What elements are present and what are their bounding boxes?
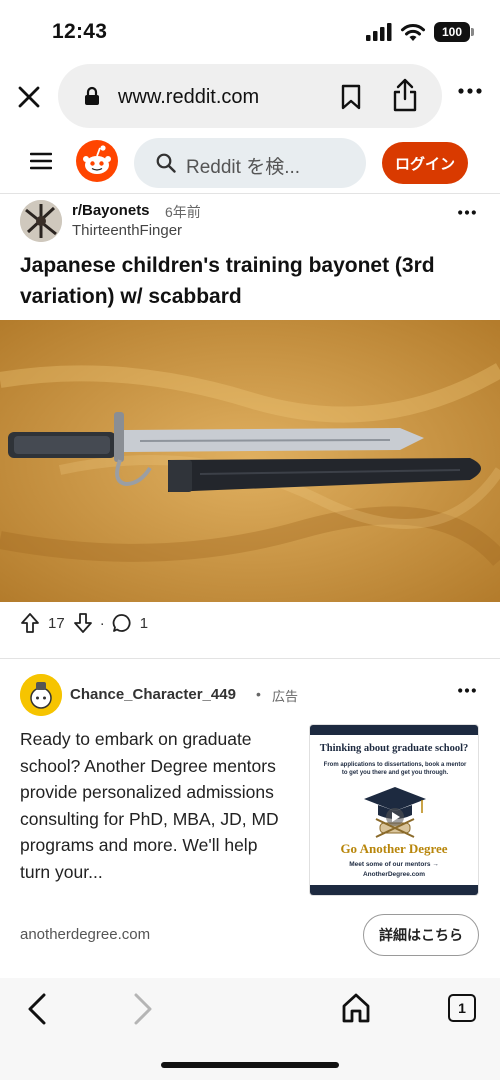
status-bar: 12:43 100 xyxy=(0,0,500,64)
ad-image-card[interactable]: Thinking about graduate school? From app… xyxy=(309,724,479,896)
tabs-button[interactable]: 1 xyxy=(448,994,476,1022)
reddit-logo[interactable] xyxy=(76,140,118,182)
lock-icon xyxy=(85,86,99,105)
reddit-snoo-icon xyxy=(83,145,111,174)
ad-card-url: AnotherDegree.com xyxy=(362,871,426,878)
ad-more-icon[interactable] xyxy=(458,688,476,693)
comment-icon[interactable] xyxy=(112,613,132,633)
post-author[interactable]: ThirteenthFinger xyxy=(72,222,182,239)
forward-arrow-icon[interactable] xyxy=(128,992,158,1026)
browser-url-row: www.reddit.com xyxy=(0,62,500,132)
upvote-count: 17 xyxy=(48,614,65,632)
wifi-icon xyxy=(401,23,425,41)
search-icon xyxy=(156,153,176,173)
status-icons: 100 xyxy=(366,22,474,42)
ad-separator: • xyxy=(256,686,261,702)
post-more-icon[interactable] xyxy=(458,210,476,215)
upvote-icon[interactable] xyxy=(20,612,40,634)
url-text: www.reddit.com xyxy=(118,86,260,108)
action-separator: · xyxy=(99,614,105,632)
ad-username[interactable]: Chance_Character_449 xyxy=(70,686,236,703)
battery-icon: 100 xyxy=(434,22,474,42)
subreddit-name[interactable]: r/Bayonets xyxy=(72,202,150,219)
cellular-signal-icon xyxy=(366,23,392,41)
bayonet-photo xyxy=(0,320,500,602)
ad-card-bottom-band xyxy=(310,885,478,895)
home-indicator[interactable] xyxy=(161,1062,339,1068)
bookmark-icon[interactable] xyxy=(340,84,362,110)
ad-body-text[interactable]: Ready to embark on graduate school? Anot… xyxy=(20,726,290,885)
ad-card-subtext: From applications to dissertations, book… xyxy=(323,762,467,776)
post-actions: 17 · 1 xyxy=(20,610,148,636)
subreddit-avatar[interactable] xyxy=(20,200,62,242)
status-time: 12:43 xyxy=(52,20,108,43)
reddit-header: Reddit を検... ログイン xyxy=(0,134,500,194)
more-options-icon[interactable] xyxy=(458,88,482,94)
comment-count: 1 xyxy=(139,614,149,632)
ad-avatar-image xyxy=(20,674,62,716)
search-placeholder: Reddit を検... xyxy=(186,157,301,178)
ad-avatar[interactable] xyxy=(20,674,62,716)
learn-more-button[interactable]: 詳細はこちら xyxy=(363,914,479,956)
post-image[interactable] xyxy=(0,320,500,602)
post-title[interactable]: Japanese children's training bayonet (3r… xyxy=(20,250,490,312)
subreddit-avatar-image xyxy=(20,200,62,242)
hamburger-menu-icon[interactable] xyxy=(30,152,52,170)
reddit-search-input[interactable]: Reddit を検... xyxy=(134,138,366,188)
ad-card-headline: Thinking about graduate school? xyxy=(319,743,469,754)
home-icon[interactable] xyxy=(340,992,372,1024)
ad-card-meet: Meet some of our mentors → xyxy=(349,861,439,868)
downvote-icon[interactable] xyxy=(73,612,93,634)
back-arrow-icon[interactable] xyxy=(22,992,52,1026)
ad-card-brand: Go Another Degree xyxy=(340,841,448,856)
close-icon[interactable] xyxy=(14,82,44,112)
login-button[interactable]: ログイン xyxy=(382,142,468,184)
battery-level: 100 xyxy=(441,25,463,39)
graduation-cap-icon xyxy=(364,787,426,838)
share-icon[interactable] xyxy=(392,78,418,112)
ad-card-top-band xyxy=(310,725,478,735)
post-time: 6年前 xyxy=(165,204,201,220)
address-bar[interactable]: www.reddit.com xyxy=(58,64,442,128)
ad-domain[interactable]: anotherdegree.com xyxy=(20,926,150,943)
ad-label: 広告 xyxy=(272,689,299,704)
post-divider xyxy=(0,658,500,659)
tabs-count: 1 xyxy=(458,1000,466,1016)
